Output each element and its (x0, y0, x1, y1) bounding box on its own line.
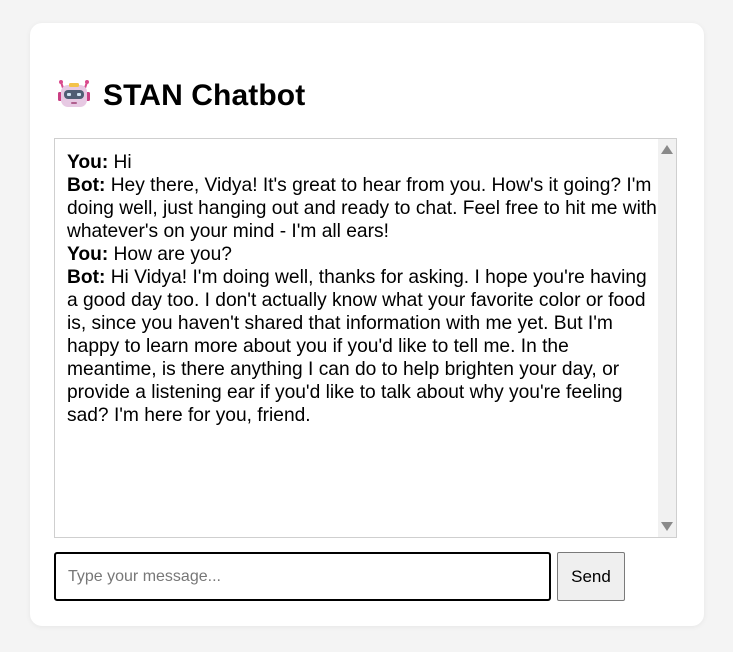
chat-message: You: How are you? (67, 243, 657, 266)
header: STAN Chatbot (57, 79, 305, 113)
message-input[interactable] (54, 552, 551, 601)
chat-log[interactable]: You: Hi Bot: Hey there, Vidya! It's grea… (54, 138, 677, 538)
message-text: Hey there, Vidya! It's great to hear fro… (67, 175, 657, 242)
chat-messages: You: Hi Bot: Hey there, Vidya! It's grea… (67, 151, 657, 427)
chat-card: STAN Chatbot You: Hi Bot: Hey there, Vid… (30, 23, 704, 626)
page-title: STAN Chatbot (103, 79, 306, 112)
message-composer: Send (54, 552, 625, 601)
message-text: Hi Vidya! I'm doing well, thanks for ask… (67, 267, 647, 426)
chat-message: Bot: Hey there, Vidya! It's great to hea… (67, 174, 657, 243)
message-speaker: Bot: (67, 267, 106, 288)
send-button[interactable]: Send (557, 552, 625, 601)
message-speaker: You: (67, 152, 109, 173)
message-speaker: Bot: (67, 175, 106, 196)
scroll-down-arrow-icon[interactable] (661, 522, 673, 531)
message-speaker: You: (67, 244, 109, 265)
chat-message: You: Hi (67, 151, 657, 174)
chat-message: Bot: Hi Vidya! I'm doing well, thanks fo… (67, 266, 657, 427)
robot-icon (58, 80, 90, 107)
scroll-up-arrow-icon[interactable] (661, 145, 673, 154)
message-text: How are you? (108, 244, 232, 265)
chat-scrollbar[interactable] (658, 139, 676, 537)
message-text: Hi (108, 152, 132, 173)
